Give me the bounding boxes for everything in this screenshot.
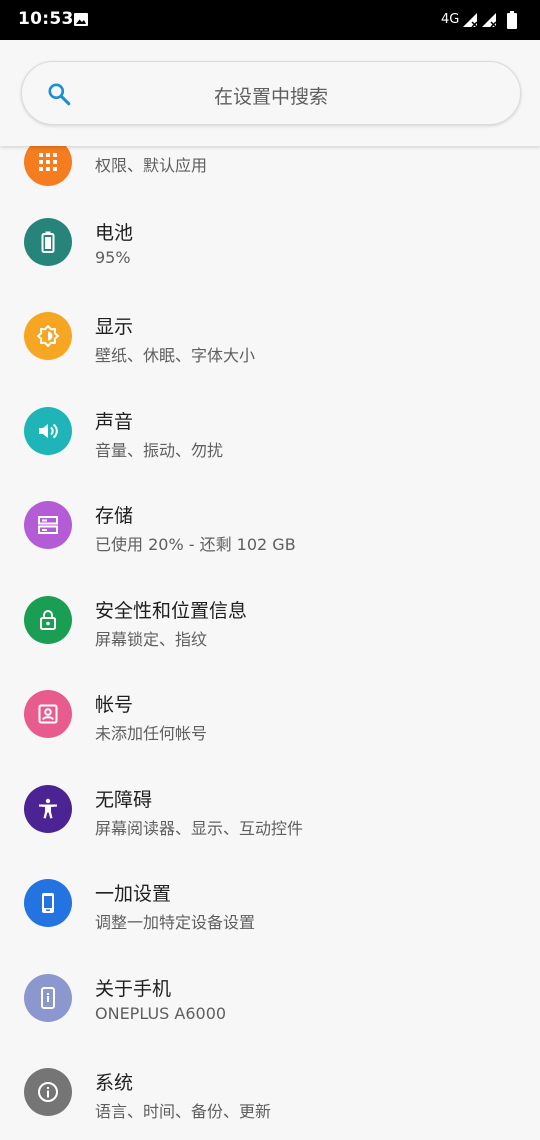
apps-icon-glyph bbox=[39, 153, 57, 171]
image-notification-icon bbox=[74, 13, 88, 26]
search-placeholder: 在设置中搜索 bbox=[213, 86, 328, 108]
item-title: 显示 bbox=[95, 316, 134, 338]
device-icon-glyph bbox=[42, 893, 54, 913]
item-subtitle: 未添加任何帐号 bbox=[95, 724, 208, 743]
item-title: 一加设置 bbox=[95, 883, 172, 905]
storage-icon-glyph bbox=[38, 516, 58, 534]
item-subtitle: 已使用 20% - 还剩 102 GB bbox=[95, 535, 296, 554]
item-title: 存储 bbox=[95, 505, 134, 527]
item-title: 声音 bbox=[95, 411, 134, 433]
item-title: 电池 bbox=[95, 222, 134, 244]
item-title: 系统 bbox=[95, 1072, 134, 1094]
settings-item-accounts[interactable]: 帐号 未添加任何帐号 bbox=[0, 667, 540, 761]
signal-icon bbox=[482, 13, 497, 28]
item-subtitle: 权限、默认应用 bbox=[95, 156, 208, 175]
brightness-icon-glyph bbox=[37, 325, 59, 347]
item-title: 安全性和位置信息 bbox=[95, 600, 248, 622]
phone-info-icon bbox=[24, 974, 72, 1022]
volume-icon bbox=[24, 407, 72, 455]
settings-item-battery[interactable]: 电池 95% bbox=[0, 195, 540, 289]
settings-item-oneplus[interactable]: 一加设置 调整一加特定设备设置 bbox=[0, 856, 540, 950]
signal-icon bbox=[463, 13, 478, 28]
item-subtitle: 屏幕锁定、指纹 bbox=[95, 630, 208, 649]
settings-item-accessibility[interactable]: 无障碍 屏幕阅读器、显示、互动控件 bbox=[0, 762, 540, 856]
battery-icon-glyph bbox=[41, 231, 55, 253]
item-subtitle: 调整一加特定设备设置 bbox=[95, 913, 256, 932]
info-icon bbox=[24, 1068, 72, 1116]
settings-list: 权限、默认应用 电池 95% 显示 壁纸、休眠、字体大小 声音 音量、振动、勿扰… bbox=[0, 0, 540, 1140]
settings-item-display[interactable]: 显示 壁纸、休眠、字体大小 bbox=[0, 289, 540, 383]
settings-item-sound[interactable]: 声音 音量、振动、勿扰 bbox=[0, 384, 540, 478]
item-title: 关于手机 bbox=[95, 978, 172, 1000]
item-subtitle: 音量、振动、勿扰 bbox=[95, 441, 224, 460]
brightness-icon bbox=[24, 312, 72, 360]
device-icon bbox=[24, 879, 72, 927]
item-title: 无障碍 bbox=[95, 789, 153, 811]
volume-icon-glyph bbox=[39, 423, 58, 439]
lock-icon bbox=[24, 596, 72, 644]
item-subtitle: 95% bbox=[95, 248, 131, 267]
battery-icon bbox=[24, 218, 72, 266]
item-subtitle: ONEPLUS A6000 bbox=[95, 1004, 227, 1023]
storage-icon bbox=[24, 501, 72, 549]
accessibility-icon bbox=[24, 785, 72, 833]
settings-item-security[interactable]: 安全性和位置信息 屏幕锁定、指纹 bbox=[0, 573, 540, 667]
search-bar[interactable]: 在设置中搜索 bbox=[21, 61, 521, 125]
lock-icon-glyph bbox=[40, 610, 56, 630]
battery-icon bbox=[507, 11, 517, 29]
settings-item-system[interactable]: 系统 语言、时间、备份、更新 bbox=[0, 1045, 540, 1139]
search-header: 在设置中搜索 bbox=[0, 40, 540, 146]
phone-info-icon-glyph bbox=[41, 987, 55, 1009]
account-icon-glyph bbox=[38, 704, 58, 724]
accessibility-icon-glyph bbox=[39, 798, 57, 819]
status-bar: 10:53 4G bbox=[0, 0, 540, 40]
item-title: 帐号 bbox=[95, 694, 134, 716]
settings-item-storage[interactable]: 存储 已使用 20% - 还剩 102 GB bbox=[0, 478, 540, 572]
item-subtitle: 壁纸、休眠、字体大小 bbox=[95, 346, 256, 365]
status-time: 10:53 bbox=[18, 9, 74, 29]
info-icon-glyph bbox=[38, 1082, 58, 1102]
network-type: 4G bbox=[441, 12, 460, 27]
item-subtitle: 屏幕阅读器、显示、互动控件 bbox=[95, 819, 304, 838]
account-icon bbox=[24, 690, 72, 738]
item-subtitle: 语言、时间、备份、更新 bbox=[95, 1102, 272, 1121]
settings-item-about-phone[interactable]: 关于手机 ONEPLUS A6000 bbox=[0, 951, 540, 1045]
